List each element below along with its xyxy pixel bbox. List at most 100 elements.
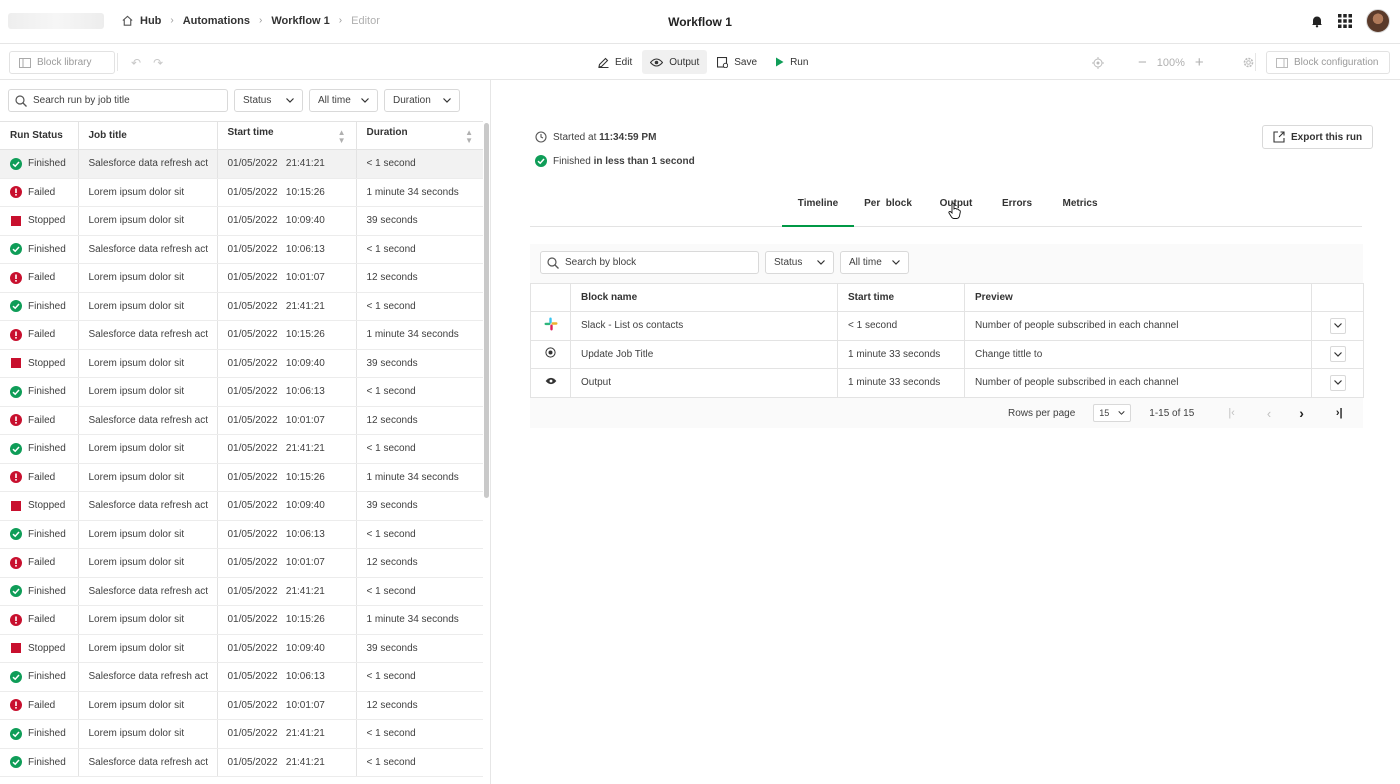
sort-icon[interactable]: ▲ ▼ <box>338 128 346 145</box>
column-header-job-title[interactable]: Job title <box>77 121 217 150</box>
table-row[interactable]: Failed Salesforce data refresh act 01/05/2… <box>0 320 483 350</box>
expand-row-button[interactable] <box>1329 317 1346 334</box>
scrollbar[interactable] <box>484 123 489 498</box>
table-row[interactable]: Finished Salesforce data refresh act 01/05… <box>0 577 483 606</box>
table-row[interactable]: Finished Salesforce data refresh act 01/05… <box>0 235 483 264</box>
table-row[interactable]: Finished Salesforce data refresh act 01/05… <box>0 662 483 692</box>
chevron-right-icon: › <box>170 15 174 26</box>
chevron-down-icon <box>1333 380 1342 386</box>
start-clock: 10:15:26 <box>285 329 325 341</box>
block-time-filter[interactable]: All time <box>840 251 909 274</box>
panel-icon <box>1276 57 1288 68</box>
run-status-text: Failed <box>28 557 56 569</box>
bell-icon[interactable] <box>1310 14 1324 28</box>
table-row[interactable]: Failed Salesforce data refresh act 01/05/2… <box>0 406 483 435</box>
table-row[interactable]: Stopped Lorem ipsum dolor sit 01/05/2022 1… <box>0 349 483 378</box>
duration-filter[interactable]: Duration <box>384 89 460 112</box>
expand-row-button[interactable] <box>1329 346 1346 363</box>
table-row[interactable]: Failed Lorem ipsum dolor sit 01/05/2022 10… <box>0 463 483 492</box>
table-row[interactable]: Slack - List os contacts < 1 second Number… <box>530 311 1364 341</box>
table-row[interactable]: Failed Lorem ipsum dolor sit 01/05/2022 10… <box>0 691 483 720</box>
start-time-cell: 01/05/2022 21:41:21 <box>216 149 356 179</box>
start-time-header-label: Start time <box>227 126 274 138</box>
tab-errors[interactable]: Errors <box>990 193 1044 227</box>
export-run-button[interactable]: Export this run <box>1262 125 1374 149</box>
start-time-cell: 01/05/2022 21:41:21 <box>216 748 356 777</box>
column-header-run-status[interactable]: Run Status <box>0 121 78 150</box>
table-row[interactable]: Finished Lorem ipsum dolor sit 01/05/2022 … <box>0 377 483 407</box>
block-library-button[interactable]: Block library <box>9 51 115 74</box>
table-row[interactable]: Stopped Lorem ipsum dolor sit 01/05/2022 1… <box>0 634 483 663</box>
chevron-down-icon <box>286 98 294 103</box>
tab-metrics[interactable]: Metrics <box>1050 193 1110 227</box>
block-search-input[interactable]: Search by block <box>540 251 759 274</box>
first-page-icon[interactable]: |‹ <box>1228 407 1235 419</box>
expand-row-button[interactable] <box>1329 374 1346 391</box>
prev-page-icon[interactable]: ‹ <box>1267 406 1271 421</box>
tab-per-block[interactable]: Per block <box>856 193 920 227</box>
start-date: 01/05/2022 <box>227 728 278 740</box>
output-button[interactable]: Output <box>642 50 708 74</box>
eye-icon <box>650 57 664 67</box>
home-icon[interactable] <box>121 14 134 27</box>
breadcrumb-workflow[interactable]: Workflow 1 <box>271 15 329 27</box>
table-row[interactable]: Finished Salesforce data refresh act 01/05… <box>0 149 483 179</box>
table-row[interactable]: Finished Salesforce data refresh act 01/05… <box>0 748 483 777</box>
table-row[interactable]: Failed Lorem ipsum dolor sit 01/05/2022 10… <box>0 548 483 578</box>
start-date: 01/05/2022 <box>227 471 278 483</box>
job-title-cell: Lorem ipsum dolor sit <box>77 377 217 407</box>
table-row[interactable]: Finished Lorem ipsum dolor sit 01/05/2022 … <box>0 520 483 549</box>
panel-icon <box>19 57 31 68</box>
app-logo[interactable] <box>8 13 104 29</box>
start-time-cell: 01/05/2022 21:41:21 <box>216 577 356 606</box>
job-title-cell: Lorem ipsum dolor sit <box>77 548 217 578</box>
next-page-icon[interactable]: › <box>1299 405 1304 421</box>
table-row[interactable]: Failed Lorem ipsum dolor sit 01/05/2022 10… <box>0 605 483 635</box>
column-header-block-name[interactable]: Block name <box>570 283 838 312</box>
start-clock: 21:41:21 <box>285 300 325 312</box>
undo-icon[interactable]: ↶ <box>131 56 141 70</box>
apps-grid-icon[interactable] <box>1338 14 1352 28</box>
table-row[interactable]: Output 1 minute 33 seconds Number of peopl… <box>530 368 1364 398</box>
column-header-block-start[interactable]: Start time <box>837 283 965 312</box>
breadcrumb-automations[interactable]: Automations <box>183 15 250 27</box>
table-row[interactable]: Finished Lorem ipsum dolor sit 01/05/2022 … <box>0 434 483 464</box>
table-row[interactable]: Stopped Salesforce data refresh act 01/05/… <box>0 491 483 521</box>
locate-icon[interactable] <box>1092 56 1104 69</box>
save-label: Save <box>734 56 758 68</box>
table-row[interactable]: Finished Lorem ipsum dolor sit 01/05/2022 … <box>0 292 483 321</box>
block-status-filter[interactable]: Status <box>765 251 834 274</box>
block-configuration-button[interactable]: Block configuration <box>1266 51 1390 74</box>
column-header-start-time[interactable]: Start time ▲ ▼ <box>216 121 356 150</box>
table-row[interactable]: Failed Lorem ipsum dolor sit 01/05/2022 10… <box>0 263 483 293</box>
redo-icon[interactable]: ↷ <box>153 56 163 70</box>
zoom-in-icon[interactable]: + <box>1195 54 1204 71</box>
settings-gear-icon[interactable] <box>1242 56 1255 69</box>
table-row[interactable]: Update Job Title 1 minute 33 seconds Chang… <box>530 339 1364 369</box>
last-page-icon[interactable]: ›| <box>1336 407 1343 419</box>
duration-cell: < 1 second <box>355 292 483 321</box>
sort-icon[interactable]: ▲ ▼ <box>465 128 473 145</box>
hand-cursor-icon <box>948 202 961 219</box>
run-status-text: Finished <box>28 243 66 255</box>
edit-button[interactable]: Edit <box>590 50 640 74</box>
run-button[interactable]: Run <box>767 50 816 74</box>
duration-filter-label: Duration <box>393 95 431 106</box>
status-filter[interactable]: Status <box>234 89 303 112</box>
table-row[interactable]: Finished Lorem ipsum dolor sit 01/05/2022 … <box>0 719 483 749</box>
breadcrumb-hub[interactable]: Hub <box>140 15 161 27</box>
run-search-input[interactable]: Search run by job title <box>8 89 228 112</box>
table-row[interactable]: Stopped Lorem ipsum dolor sit 01/05/2022 1… <box>0 206 483 236</box>
avatar[interactable] <box>1366 9 1390 33</box>
rows-per-page-select[interactable]: 15 <box>1093 404 1132 422</box>
tab-timeline[interactable]: Timeline <box>782 193 854 227</box>
start-date: 01/05/2022 <box>227 500 278 512</box>
time-filter[interactable]: All time <box>309 89 378 112</box>
column-header-duration[interactable]: Duration ▲ ▼ <box>355 121 483 150</box>
table-row[interactable]: Failed Lorem ipsum dolor sit 01/05/2022 10… <box>0 178 483 207</box>
run-status-text: Failed <box>28 699 56 711</box>
zoom-out-icon[interactable]: − <box>1138 54 1147 71</box>
stop-square-icon <box>11 643 21 654</box>
save-button[interactable]: Save <box>709 50 765 74</box>
column-header-preview[interactable]: Preview <box>964 283 1312 312</box>
